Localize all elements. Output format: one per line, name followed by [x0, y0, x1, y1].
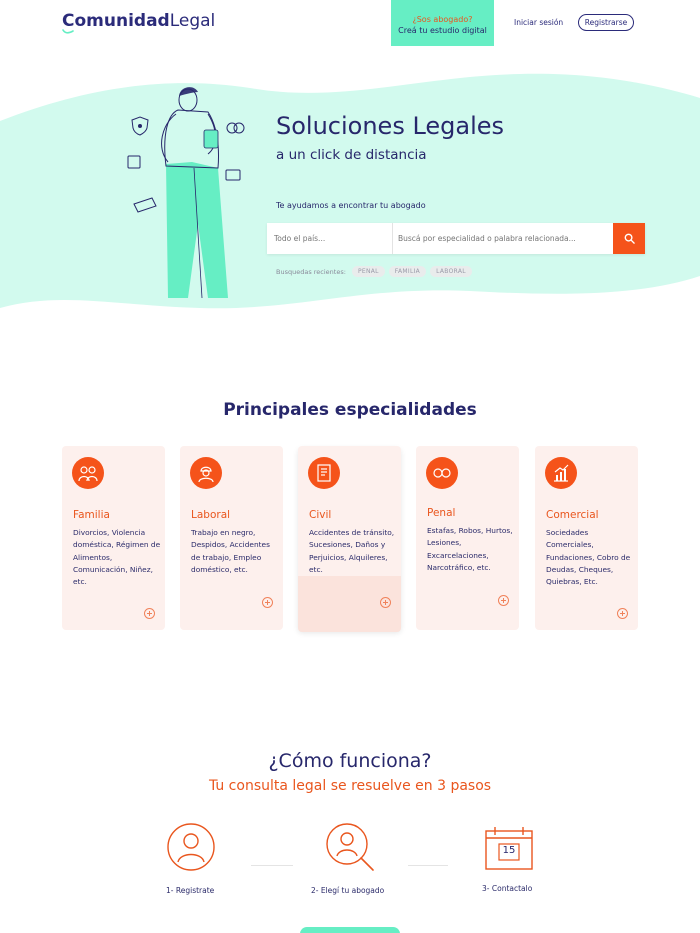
- specialty-desc: Estafas, Robos, Hurtos, Lesiones, Excarc…: [427, 526, 513, 572]
- specialties-cards: Familia Divorcios, Violencia doméstica, …: [62, 446, 638, 632]
- specialty-desc: Trabajo en negro, Despidos, Accidentes d…: [191, 528, 270, 574]
- calendar-day: 15: [502, 845, 516, 856]
- specialty-card-penal[interactable]: Penal Estafas, Robos, Hurtos, Lesiones, …: [416, 446, 519, 630]
- how-title: ¿Cómo funciona?: [268, 750, 432, 772]
- document-icon: [308, 457, 340, 489]
- search-user-icon: [326, 823, 374, 871]
- country-input[interactable]: [267, 223, 393, 254]
- logo-swoosh-icon: [62, 29, 74, 34]
- expand-plus-icon[interactable]: [262, 597, 273, 608]
- step-divider: [251, 865, 293, 866]
- login-link[interactable]: Iniciar sesión: [514, 18, 563, 27]
- step-label-register: 1- Registrate: [166, 886, 215, 895]
- search-button[interactable]: [613, 223, 645, 254]
- recent-searches-label: Busquedas recientes:: [276, 267, 346, 276]
- specialty-card-familia[interactable]: Familia Divorcios, Violencia doméstica, …: [62, 446, 165, 630]
- recent-chip-familia[interactable]: FAMILIA: [388, 266, 427, 277]
- specialty-desc: Sociedades Comerciales, Fundaciones, Cob…: [546, 528, 631, 587]
- hero-subtitle: a un click de distancia: [276, 147, 427, 163]
- how-subtitle: Tu consulta legal se resuelve en 3 pasos: [208, 778, 492, 794]
- search-input[interactable]: [393, 223, 613, 254]
- recent-chip-penal[interactable]: PENAL: [351, 266, 385, 277]
- expand-plus-icon[interactable]: [380, 597, 391, 608]
- bottom-cta-button[interactable]: [300, 927, 400, 933]
- lawyer-cta-button[interactable]: ¿Sos abogado? Creá tu estudio digital: [391, 0, 494, 46]
- search-icon: [624, 233, 635, 244]
- search-bar: [267, 223, 645, 254]
- specialty-title: Comercial: [546, 509, 599, 521]
- lawyer-cta-sub: Creá tu estudio digital: [398, 26, 487, 35]
- register-button[interactable]: Registrarse: [578, 14, 634, 31]
- step-label-contact: 3- Contactalo: [482, 884, 533, 893]
- specialty-card-civil[interactable]: Civil Accidentes de tránsito, Sucesiones…: [298, 446, 401, 632]
- lawyer-illustration: [127, 87, 245, 299]
- family-icon: [72, 457, 104, 489]
- specialty-title: Familia: [73, 509, 110, 521]
- lawyer-cta-question: ¿Sos abogado?: [412, 15, 473, 24]
- expand-plus-icon[interactable]: [498, 595, 509, 606]
- hero-title: Soluciones Legales: [276, 112, 505, 140]
- handcuffs-icon: [426, 457, 458, 489]
- site-header: ComunidadLegal ¿Sos abogado? Creá tu est…: [0, 0, 700, 46]
- worker-icon: [190, 457, 222, 489]
- recent-chip-laboral[interactable]: LABORAL: [430, 266, 472, 277]
- specialty-desc: Divorcios, Violencia doméstica, Régimen …: [73, 528, 161, 587]
- hero-help-text: Te ayudamos a encontrar tu abogado: [276, 201, 426, 210]
- step-label-choose: 2- Elegí tu abogado: [311, 886, 385, 895]
- site-logo[interactable]: ComunidadLegal: [62, 11, 215, 31]
- expand-plus-icon[interactable]: [617, 608, 628, 619]
- recent-searches: Busquedas recientes: PENAL FAMILIA LABOR…: [276, 266, 472, 277]
- specialty-card-comercial[interactable]: Comercial Sociedades Comerciales, Fundac…: [535, 446, 638, 630]
- specialty-title: Penal: [427, 507, 456, 519]
- specialty-title: Civil: [309, 509, 332, 521]
- specialty-desc: Accidentes de tránsito, Sucesiones, Daño…: [309, 528, 395, 574]
- step-divider: [408, 865, 448, 866]
- expand-plus-icon[interactable]: [144, 608, 155, 619]
- specialty-card-laboral[interactable]: Laboral Trabajo en negro, Despidos, Acci…: [180, 446, 283, 630]
- specialties-title: Principales especialidades: [223, 400, 477, 420]
- growth-chart-icon: [545, 457, 577, 489]
- user-circle-icon: [167, 823, 215, 871]
- specialty-title: Laboral: [191, 509, 231, 521]
- hero-background: [0, 73, 700, 309]
